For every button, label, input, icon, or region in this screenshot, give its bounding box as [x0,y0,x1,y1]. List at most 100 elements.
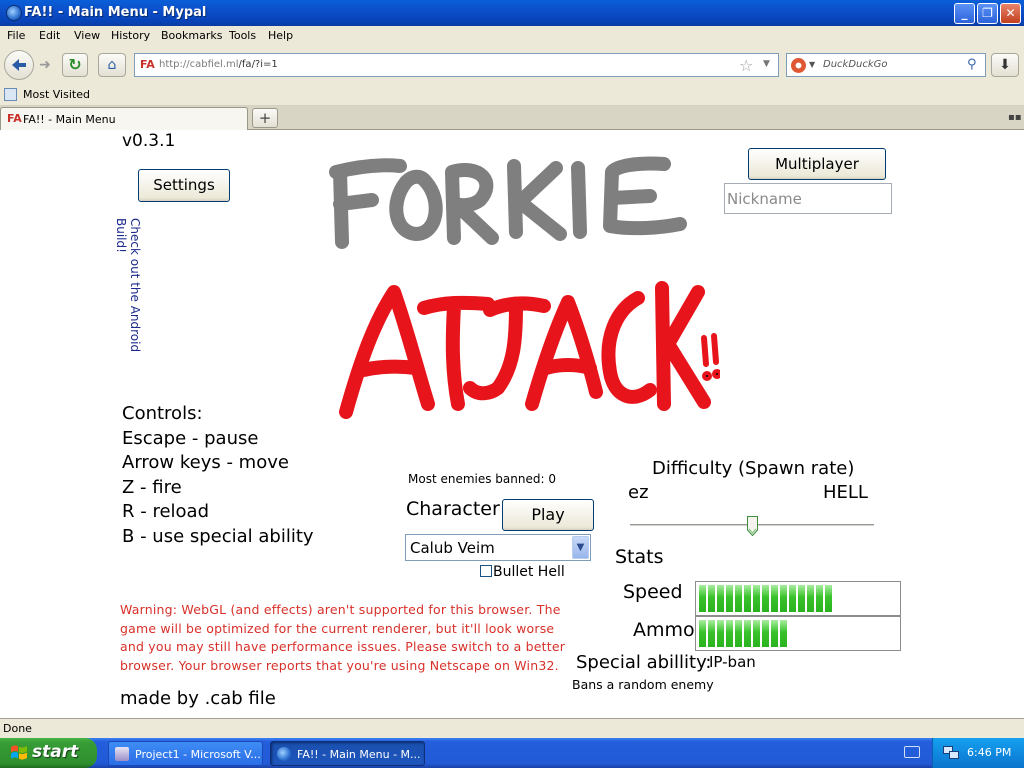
search-bar[interactable]: ▼ DuckDuckGo ⚲ [786,53,986,77]
keyboard-icon[interactable] [904,746,920,758]
progress-segment [699,585,706,612]
controls-line: R - reload [122,501,209,522]
close-icon: ✕ [1005,6,1016,20]
progress-segment [699,620,706,647]
progress-segment [753,620,760,647]
search-placeholder: DuckDuckGo [823,59,888,70]
progress-segment [744,585,751,612]
bullet-hell-option[interactable]: Bullet Hell [480,564,565,580]
search-engine-icon[interactable] [791,58,806,73]
search-engine-dropdown-icon[interactable]: ▼ [809,60,815,69]
progress-segment [771,585,778,612]
menu-help[interactable]: Help [268,29,293,42]
tab-favicon-icon: FA [7,112,22,125]
multiplayer-button[interactable]: Multiplayer [748,148,886,180]
ammo-label: Ammo [633,619,695,641]
clock[interactable]: 6:46 PM [967,746,1011,759]
window-title: FA!! - Main Menu - Mypal [24,5,207,20]
start-button[interactable]: start [0,738,97,768]
url-text[interactable]: http://cabfiel.ml/fa/?i=1 [159,59,278,70]
back-button[interactable] [4,50,34,80]
character-select[interactable]: Calub Veim ▼ [405,534,591,561]
back-arrow-icon [12,59,26,71]
game-logo [329,156,720,419]
progress-segment [744,620,751,647]
forward-button[interactable]: ➜ [34,54,56,76]
new-tab-button[interactable]: + [252,108,278,128]
ammo-progress-bar [695,616,901,651]
menu-file[interactable]: File [7,29,25,42]
site-favicon-icon: FA [140,58,155,71]
progress-segment [735,620,742,647]
downloads-button[interactable]: ⬇ [991,53,1019,77]
progress-segment [708,585,715,612]
windows-logo-icon [11,745,27,760]
taskbar-item-browser[interactable]: FA!! - Main Menu - M... [270,741,425,766]
progress-segment [762,585,769,612]
menu-tools[interactable]: Tools [229,29,256,42]
nickname-field[interactable] [724,183,892,214]
close-button[interactable]: ✕ [1000,3,1021,24]
bookmark-most-visited[interactable]: Most Visited [23,88,90,101]
browser-globe-icon [277,747,291,761]
bullet-hell-checkbox[interactable] [480,565,492,577]
progress-segment [780,585,787,612]
menu-edit[interactable]: Edit [39,29,60,42]
bullet-hell-label: Bullet Hell [493,564,565,580]
url-bar[interactable]: FA http://cabfiel.ml/fa/?i=1 ☆ ▼ [134,53,779,77]
menu-bookmarks[interactable]: Bookmarks [161,29,222,42]
maximize-button[interactable]: ❐ [977,3,998,24]
controls-line: Escape - pause [122,427,259,449]
most-banned-counter: Most enemies banned: 0 [408,472,556,486]
slider-thumb[interactable] [747,516,758,536]
play-button[interactable]: Play [502,499,594,531]
taskbar-item-project1[interactable]: Project1 - Microsoft V... [108,741,263,766]
url-history-dropdown-icon[interactable]: ▼ [763,59,770,69]
version-label: v0.3.1 [122,131,176,151]
nickname-input[interactable] [725,184,891,213]
menu-bar: File Edit View History Bookmarks Tools H… [0,26,1024,46]
search-icon[interactable]: ⚲ [967,57,977,72]
android-build-link[interactable]: Check out the Android Build! [114,218,142,386]
difficulty-slider[interactable] [630,514,874,538]
tab-strip: FA FA!! - Main Menu + ▪▪ [0,106,1024,130]
bookmark-star-icon[interactable]: ☆ [739,56,753,75]
tab-label: FA!! - Main Menu [23,113,116,126]
tab-list-icon[interactable]: ▪▪ [1008,112,1022,123]
menu-history[interactable]: History [111,29,150,42]
difficulty-label: Difficulty (Spawn rate) [652,458,855,479]
ammo-progress-fill [699,620,897,647]
stats-heading: Stats [615,546,664,568]
minimize-button[interactable]: _ [954,3,975,24]
progress-segment [798,585,805,612]
difficulty-min-label: ez [628,482,649,503]
progress-segment [816,585,823,612]
menu-view[interactable]: View [74,29,100,42]
start-label: start [32,742,79,762]
home-icon: ⌂ [107,57,117,73]
network-icon[interactable] [943,746,959,759]
chevron-down-icon[interactable]: ▼ [572,536,589,559]
progress-segment [726,620,733,647]
taskbar: start Project1 - Microsoft V... FA!! - M… [0,738,1024,768]
speed-progress-fill [699,585,897,612]
tab-main-menu[interactable]: FA FA!! - Main Menu [0,107,248,130]
download-arrow-icon: ⬇ [999,57,1011,73]
progress-segment [717,585,724,612]
system-tray: 6:46 PM [932,738,1024,768]
difficulty-max-label: HELL [823,482,868,503]
reload-button[interactable]: ↻ [62,53,88,77]
controls-help: Controls: Escape - pause Arrow keys - mo… [122,402,314,549]
special-ability-value: IP-ban [709,653,756,671]
taskbar-item-label: FA!! - Main Menu - M... [297,748,421,761]
browser-globe-icon [6,5,22,21]
settings-button[interactable]: Settings [138,169,230,202]
restore-icon: ❐ [982,6,993,20]
special-ability-description: Bans a random enemy [572,677,714,692]
progress-segment [762,620,769,647]
progress-segment [789,585,796,612]
status-text: Done [3,722,32,735]
progress-segment [825,585,832,612]
home-button[interactable]: ⌂ [98,53,126,77]
progress-segment [735,585,742,612]
